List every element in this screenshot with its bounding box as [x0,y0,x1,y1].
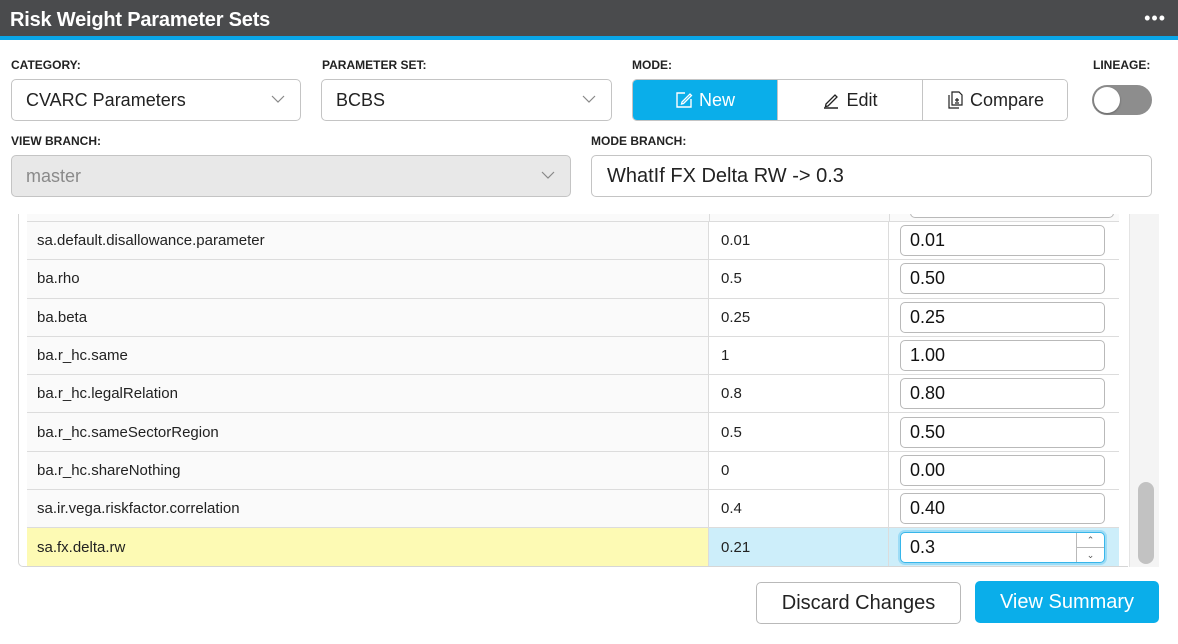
new-value-cell: 0.01 [889,222,1119,260]
new-value-cell: 0.50 [889,260,1119,298]
parameter-name: sa.ir.vega.riskfactor.correlation [27,490,709,528]
new-value-cell: 0.25 [889,298,1119,336]
mode-edit-button[interactable]: Edit [778,80,923,120]
chevron-down-icon [271,95,285,103]
current-value: 0.5 [709,260,889,298]
mode-branch-label: MODE BRANCH: [591,134,687,148]
view-branch-label: VIEW BRANCH: [11,134,101,148]
new-value-input[interactable]: 1.00 [900,340,1105,372]
partial-row-input[interactable] [910,214,1114,218]
current-value: 0.8 [709,375,889,413]
mode-segmented-control: New Edit Compare [632,79,1068,121]
parameter-name: ba.r_hc.sameSectorRegion [27,413,709,451]
new-value-text: 0.80 [910,383,946,404]
new-value-text: 0.25 [910,306,946,327]
new-value-text: 0.3 [910,537,936,558]
parameter-name: sa.default.disallowance.parameter [27,222,709,260]
mode-branch-input[interactable]: WhatIf FX Delta RW -> 0.3 [591,155,1152,197]
chevron-down-icon[interactable]: ⌄ [1077,548,1104,562]
parameter-name: ba.rho [27,260,709,298]
mode-edit-label: Edit [846,89,878,110]
new-value-text: 0.50 [910,268,946,289]
chevron-down-icon [582,95,596,103]
table-row: ba.rho 0.5 0.50 [27,260,1119,299]
new-value-input[interactable]: 0.3 ⌃ ⌄ [900,532,1105,564]
discard-changes-button[interactable]: Discard Changes [756,582,961,624]
new-value-cell: 0.50 [889,413,1119,451]
new-value-cell: 0.00 [889,451,1119,490]
current-value: 0.01 [709,222,889,260]
title-bar: Risk Weight Parameter Sets ••• [0,0,1178,40]
current-value: 0.21 [709,528,889,566]
new-value-input[interactable]: 0.80 [900,378,1105,410]
new-value-input[interactable]: 0.50 [900,416,1105,448]
document-compare-icon [948,91,963,109]
category-value: CVARC Parameters [26,90,186,110]
mode-new-label: New [698,89,735,110]
category-select[interactable]: CVARC Parameters [11,79,301,121]
parameter-set-label: PARAMETER SET: [322,58,427,72]
table-row: ba.r_hc.same 1 1.00 [27,336,1119,376]
chevron-down-icon [541,171,555,179]
table-scrollbar[interactable] [1129,214,1159,567]
parameter-table: sa.default.disallowance.parameter 0.01 0.0… [18,214,1128,567]
current-value: 0.4 [709,490,889,528]
parameter-name: ba.r_hc.shareNothing [27,451,709,490]
new-value-cell: 0.3 ⌃ ⌄ [889,528,1119,566]
number-stepper[interactable]: ⌃ ⌄ [1076,533,1104,563]
lineage-label: LINEAGE: [1093,58,1151,72]
chevron-up-icon[interactable]: ⌃ [1077,533,1104,549]
new-value-input[interactable]: 0.50 [900,263,1105,295]
category-label: CATEGORY: [11,58,81,72]
current-value: 0 [709,451,889,490]
new-value-input[interactable]: 0.40 [900,493,1105,525]
new-value-input[interactable]: 0.00 [900,454,1105,486]
partial-row [27,214,1119,222]
parameter-name: sa.fx.delta.rw [27,528,709,566]
new-value-text: 0.50 [910,421,946,442]
parameter-set-select[interactable]: BCBS [321,79,612,121]
table-row: sa.fx.delta.rw 0.21 0.3 ⌃ ⌄ [27,528,1119,566]
new-value-input[interactable]: 0.01 [900,225,1105,257]
lineage-toggle[interactable] [1092,85,1152,115]
new-value-cell: 0.80 [889,375,1119,413]
edit-square-icon [676,92,693,108]
parameter-set-value: BCBS [336,90,386,110]
view-branch-value: master [26,166,82,186]
current-value: 0.5 [709,413,889,451]
table-row: ba.r_hc.legalRelation 0.8 0.80 [27,375,1119,414]
mode-compare-button[interactable]: Compare [923,80,1067,120]
table-row: ba.r_hc.sameSectorRegion 0.5 0.50 [27,413,1119,452]
new-value-text: 0.40 [910,498,946,519]
new-value-text: 0.01 [910,230,946,251]
table-row: ba.beta 0.25 0.25 [27,298,1119,337]
scrollbar-thumb[interactable] [1138,482,1154,564]
table-row: ba.r_hc.shareNothing 0 0.00 [27,451,1119,491]
table-row: sa.default.disallowance.parameter 0.01 0.0… [27,222,1119,261]
pencil-icon [824,94,839,109]
new-value-cell: 1.00 [889,336,1119,375]
parameter-name: ba.r_hc.same [27,336,709,375]
toggle-knob [1094,87,1120,113]
view-summary-button[interactable]: View Summary [975,581,1159,623]
mode-label: MODE: [632,58,672,72]
mode-compare-label: Compare [969,89,1045,110]
new-value-cell: 0.40 [889,490,1119,528]
new-value-input[interactable]: 0.25 [900,301,1105,333]
current-value: 1 [709,336,889,375]
table-rows: sa.default.disallowance.parameter 0.01 0.0… [27,222,1119,566]
parameter-name: ba.r_hc.legalRelation [27,375,709,413]
mode-new-button[interactable]: New [633,80,778,120]
table-row: sa.ir.vega.riskfactor.correlation 0.4 0.40 [27,490,1119,529]
parameter-name: ba.beta [27,298,709,336]
view-branch-select[interactable]: master [11,155,571,197]
current-value: 0.25 [709,298,889,336]
more-options-icon[interactable]: ••• [1144,8,1166,29]
page-title: Risk Weight Parameter Sets [10,9,271,31]
new-value-text: 1.00 [910,345,946,366]
new-value-text: 0.00 [910,459,946,480]
